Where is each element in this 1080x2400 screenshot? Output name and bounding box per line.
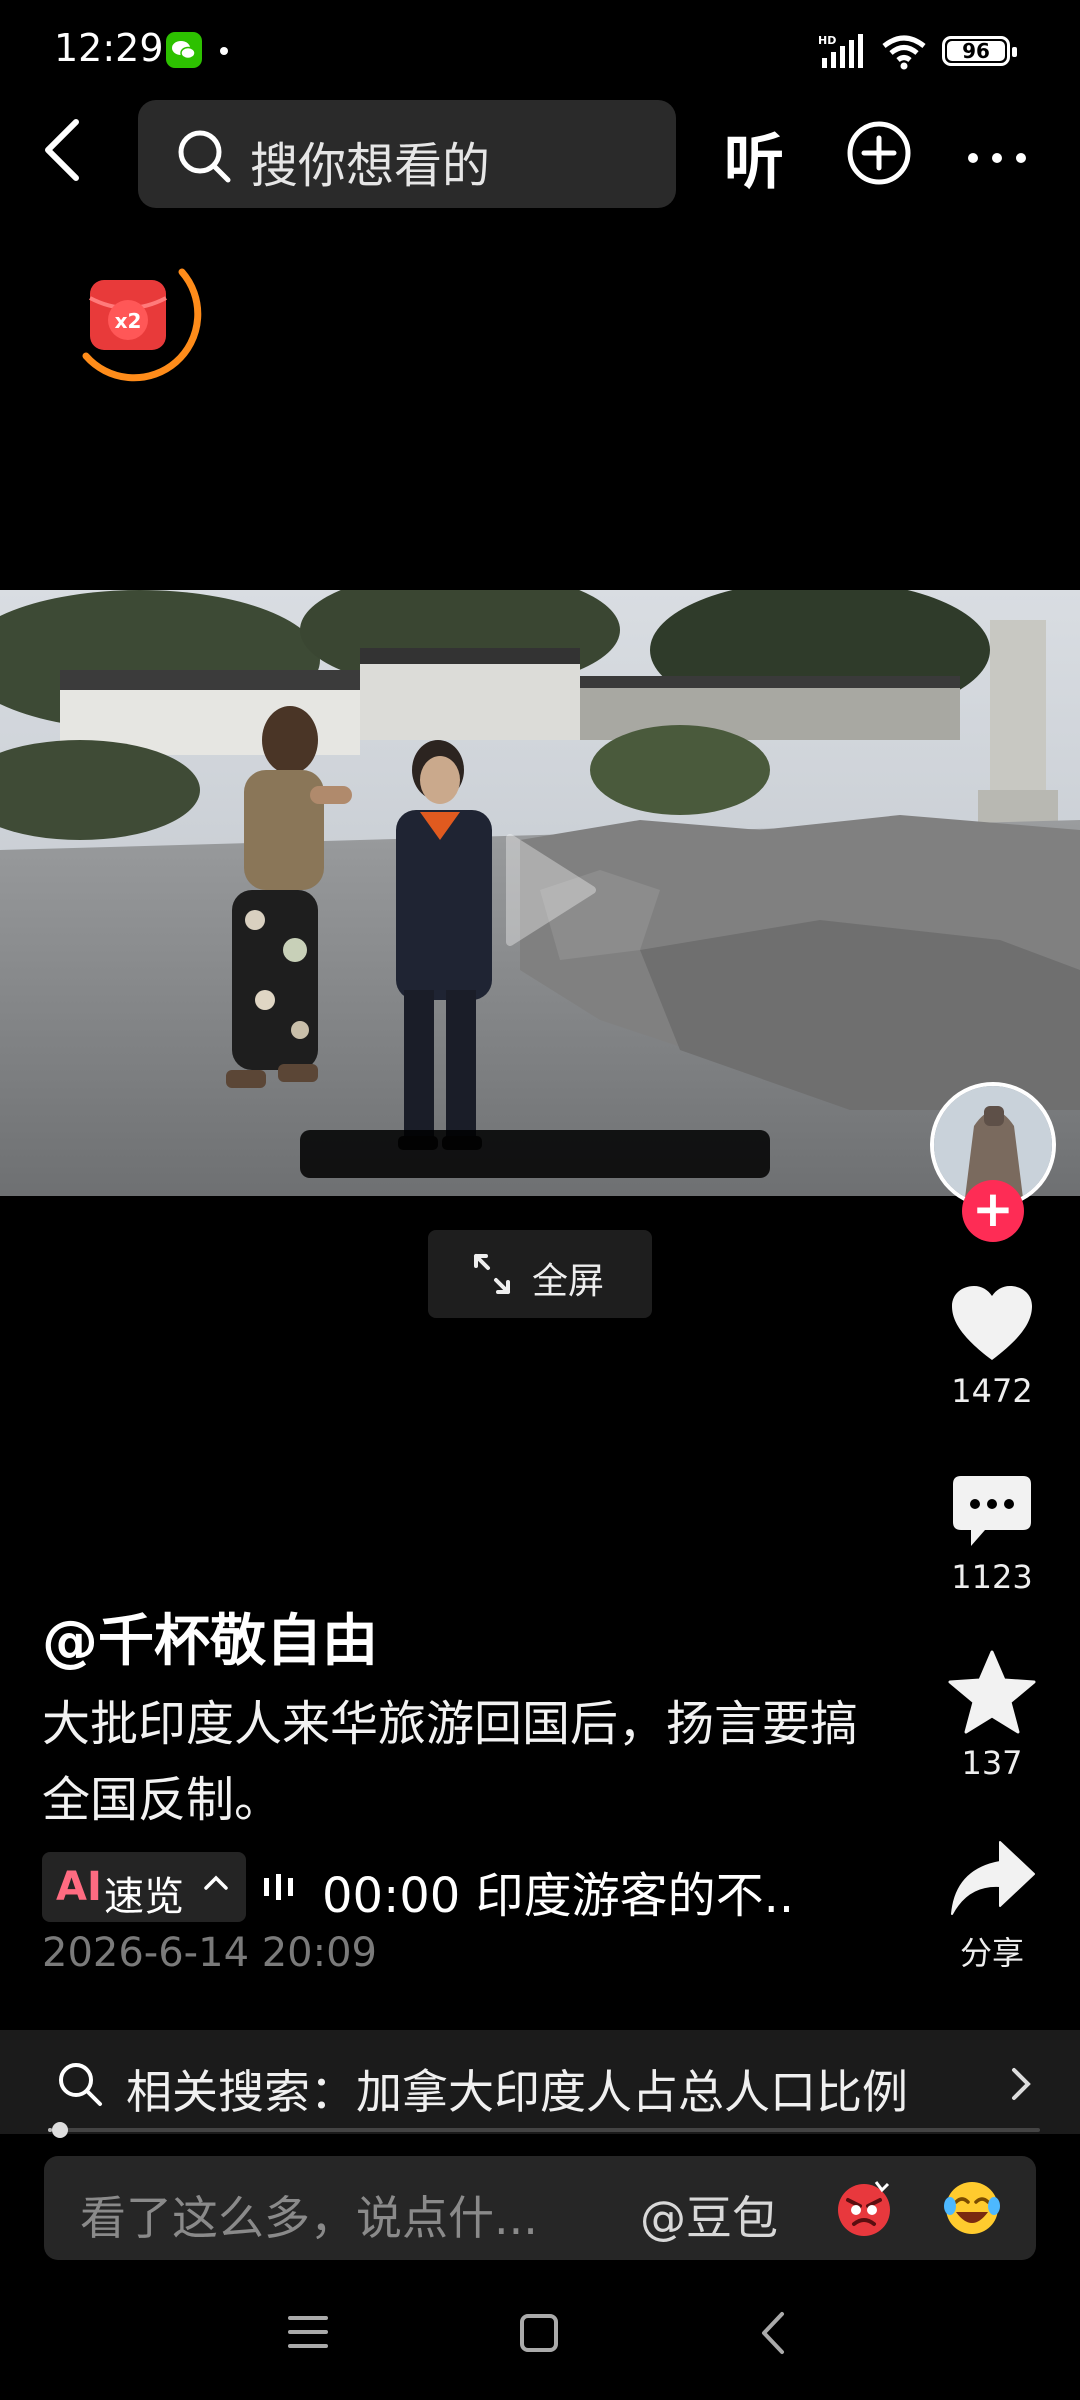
angry-emoji-icon[interactable] [832, 2176, 896, 2240]
comment-input[interactable]: 看了这么多，说点什... @豆包 [44, 2156, 1036, 2260]
notification-dot [220, 47, 228, 55]
star-icon [948, 1650, 1036, 1734]
recent-apps-icon[interactable] [288, 2314, 328, 2350]
post-date: 2026-6-14 20:09 [42, 1930, 377, 1976]
share-label: 分享 [959, 1934, 1024, 1972]
status-bar: 12:29 HD 96 [0, 0, 1080, 100]
home-button[interactable] [520, 2314, 558, 2352]
search-input[interactable]: 搜你想看的 [138, 100, 676, 208]
share-button[interactable]: 分享 [930, 1838, 1054, 1974]
share-icon [951, 1841, 1035, 1915]
play-icon [506, 834, 596, 946]
comment-placeholder: 看了这么多，说点什... [80, 2191, 538, 2245]
search-icon [59, 2063, 102, 2106]
status-time: 12:29 [54, 26, 164, 70]
wifi-icon [882, 35, 926, 70]
ai-summary-label: 速览 [104, 1874, 184, 1920]
video-caption: 大批印度人来华旅游回国后，扬言要搞全国反制。 [42, 1696, 859, 1828]
like-count: 1472 [951, 1372, 1033, 1410]
search-placeholder: 搜你想看的 [250, 138, 491, 194]
back-button[interactable] [40, 118, 100, 188]
bonus-multiplier: x2 [115, 309, 142, 333]
author-name[interactable]: @千杯敬自由 [42, 1596, 378, 1677]
red-packet-icon: x2 [82, 268, 202, 382]
favorite-count: 137 [961, 1744, 1023, 1782]
battery-level: 96 [962, 39, 990, 63]
more-options-button[interactable] [968, 148, 1040, 167]
favorite-button[interactable]: 137 [930, 1650, 1054, 1782]
system-back-icon[interactable] [758, 2310, 788, 2356]
related-search-text: 相关搜索：加拿大印度人占总人口比例 [126, 2065, 908, 2119]
expand-icon [474, 1254, 510, 1294]
red-packet-bonus[interactable]: x2 [72, 244, 202, 384]
add-button[interactable] [846, 120, 912, 186]
video-progress-bar[interactable] [48, 2122, 1040, 2138]
listen-button[interactable]: 听 [724, 114, 784, 201]
signal-icon: HD [818, 34, 863, 68]
video-player[interactable] [0, 590, 1080, 1196]
progress-thumb[interactable] [51, 2122, 68, 2138]
wechat-notification-icon [166, 32, 202, 68]
ai-badge: AI [56, 1864, 102, 1910]
video-subtitle [300, 1130, 770, 1178]
fullscreen-button[interactable]: 全屏 [428, 1230, 652, 1318]
fullscreen-label: 全屏 [532, 1261, 605, 1302]
ai-summary-text[interactable]: 00:00 印度游客的不.. [322, 1856, 794, 1926]
chevron-right-icon [1012, 2068, 1031, 2100]
laughing-emoji-icon[interactable] [940, 2176, 1004, 2240]
comment-button[interactable]: 1123 [930, 1474, 1054, 1596]
back-arrow-icon [45, 119, 79, 181]
mention-button[interactable]: @豆包 [640, 2182, 778, 2248]
heart-icon [952, 1286, 1032, 1360]
ai-summary-button[interactable]: AI 速览 [42, 1852, 246, 1922]
audio-wave-icon [264, 1874, 293, 1900]
follow-button[interactable]: + [962, 1180, 1024, 1242]
svg-text:HD: HD [818, 34, 836, 47]
comment-count: 1123 [951, 1558, 1033, 1596]
search-icon [178, 130, 231, 183]
comment-icon [953, 1476, 1031, 1546]
like-button[interactable]: 1472 [930, 1284, 1054, 1410]
battery-icon: 96 [942, 36, 1017, 66]
chevron-up-icon [204, 1875, 228, 1890]
related-search-bar[interactable]: 相关搜索：加拿大印度人占总人口比例 [0, 2030, 1080, 2134]
